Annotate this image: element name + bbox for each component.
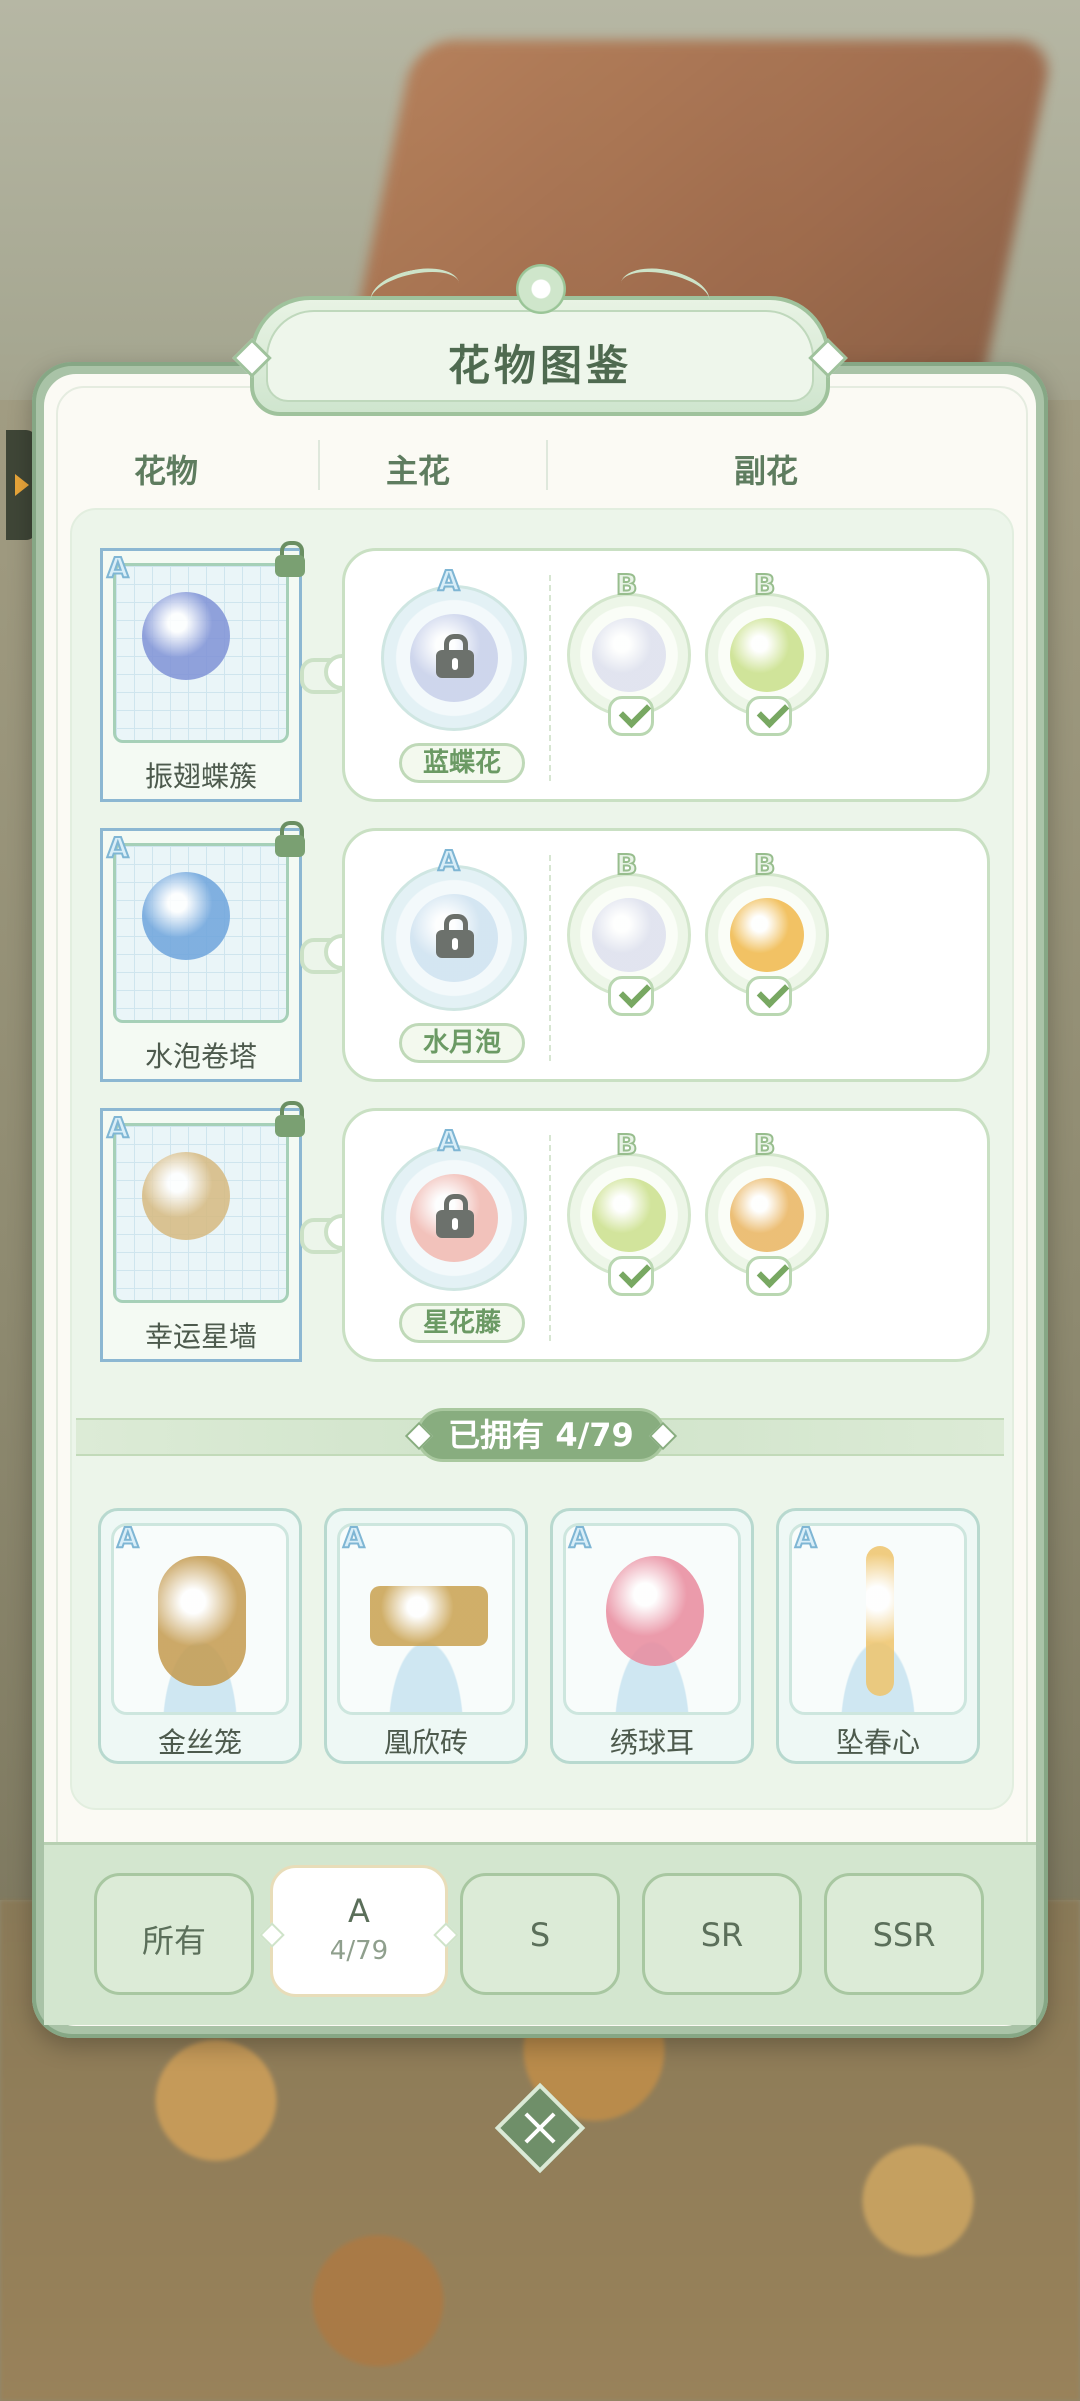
filter-button-sr[interactable]: SR bbox=[642, 1873, 802, 1995]
grade-badge: A bbox=[106, 830, 130, 865]
filter-button-all[interactable]: 所有 bbox=[94, 1873, 254, 1995]
sub-flower-image bbox=[730, 898, 804, 972]
owned-item-name: 绣球耳 bbox=[609, 1726, 694, 1759]
owned-count-label: 已拥有 4/79 bbox=[404, 1408, 678, 1462]
page-title: 花物图鉴 bbox=[447, 341, 632, 390]
filter-button-a[interactable]: A 4/79 bbox=[259, 1865, 459, 1997]
grade-badge: A bbox=[116, 1520, 140, 1555]
result-name: 幸运星墙 bbox=[144, 1320, 257, 1353]
owned-item-image bbox=[158, 1556, 246, 1686]
main-flower-name: 蓝蝶花 bbox=[399, 743, 525, 783]
lock-icon bbox=[273, 541, 307, 579]
recipe-row[interactable]: A 振翅蝶簇 A 蓝蝶花 B B bbox=[100, 541, 990, 806]
check-icon bbox=[608, 975, 654, 1016]
result-flower-image bbox=[142, 872, 230, 960]
filter-button-ssr[interactable]: SSR bbox=[824, 1873, 984, 1995]
grade-badge: A bbox=[794, 1520, 818, 1555]
sub-flower-image bbox=[592, 618, 666, 692]
grade-badge: B bbox=[753, 1127, 776, 1162]
sub-flower-slot[interactable]: B bbox=[567, 1127, 691, 1296]
owned-item-card[interactable]: A 坠春心 bbox=[776, 1508, 980, 1764]
recipe-row[interactable]: A 幸运星墙 A 星花藤 B B bbox=[100, 1101, 990, 1366]
lock-icon bbox=[436, 1194, 474, 1238]
grade-badge: A bbox=[437, 563, 461, 598]
owned-item-card[interactable]: A 金丝笼 bbox=[98, 1508, 302, 1764]
result-name: 水泡卷塔 bbox=[144, 1040, 257, 1073]
lock-icon bbox=[273, 1101, 307, 1139]
recipe-row[interactable]: A 水泡卷塔 A 水月泡 B B bbox=[100, 821, 990, 1086]
ingredients-panel: A 星花藤 B B bbox=[342, 1108, 990, 1362]
owned-item-image bbox=[370, 1586, 488, 1646]
check-icon bbox=[746, 695, 792, 736]
owned-item-card[interactable]: A 凰欣砖 bbox=[324, 1508, 528, 1764]
sub-flower-image bbox=[730, 1178, 804, 1252]
grade-badge: A bbox=[106, 550, 130, 585]
main-flower-slot[interactable]: A bbox=[381, 843, 527, 1011]
sub-flower-image bbox=[730, 618, 804, 692]
owned-item-name: 坠春心 bbox=[835, 1726, 920, 1759]
column-header-main: 主花 bbox=[385, 452, 450, 490]
sub-flower-slot[interactable]: B bbox=[567, 847, 691, 1016]
sub-flower-slot[interactable]: B bbox=[705, 567, 829, 736]
lock-icon bbox=[436, 914, 474, 958]
check-icon bbox=[746, 1255, 792, 1296]
sub-flower-slot[interactable]: B bbox=[705, 1127, 829, 1296]
owned-item-image bbox=[866, 1546, 894, 1696]
result-name: 振翅蝶簇 bbox=[144, 760, 257, 793]
owned-item-image bbox=[606, 1556, 704, 1666]
grade-badge: A bbox=[106, 1110, 130, 1145]
check-icon bbox=[608, 1255, 654, 1296]
grade-badge: B bbox=[615, 1127, 638, 1162]
sub-flower-image bbox=[592, 898, 666, 972]
grade-badge: A bbox=[342, 1520, 366, 1555]
grade-badge: A bbox=[437, 843, 461, 878]
owned-item-name: 凰欣砖 bbox=[383, 1726, 468, 1759]
sub-flower-slot[interactable]: B bbox=[567, 567, 691, 736]
main-flower-slot[interactable]: A bbox=[381, 1123, 527, 1291]
result-card[interactable]: A 振翅蝶簇 bbox=[100, 541, 305, 802]
grade-badge: A bbox=[568, 1520, 592, 1555]
main-flower-name: 星花藤 bbox=[399, 1303, 525, 1343]
grade-badge: B bbox=[753, 567, 776, 602]
main-flower-name: 水月泡 bbox=[399, 1023, 525, 1063]
result-flower-image bbox=[142, 1152, 230, 1240]
grade-filter-bar: 所有 A 4/79 S SR SSR bbox=[44, 1842, 1036, 2025]
lock-icon bbox=[273, 821, 307, 859]
flower-crest-icon bbox=[496, 262, 584, 322]
ingredients-panel: A 蓝蝶花 B B bbox=[342, 548, 990, 802]
grade-badge: B bbox=[753, 847, 776, 882]
result-card[interactable]: A 水泡卷塔 bbox=[100, 821, 305, 1082]
sub-flower-slot[interactable]: B bbox=[705, 847, 829, 1016]
grade-badge: B bbox=[615, 847, 638, 882]
lock-icon bbox=[436, 634, 474, 678]
ingredients-panel: A 水月泡 B B bbox=[342, 828, 990, 1082]
arrow-right-icon bbox=[15, 474, 29, 496]
owned-item-card[interactable]: A 绣球耳 bbox=[550, 1508, 754, 1764]
result-card[interactable]: A 幸运星墙 bbox=[100, 1101, 305, 1362]
check-icon bbox=[746, 975, 792, 1016]
owned-item-name: 金丝笼 bbox=[157, 1726, 242, 1759]
main-flower-slot[interactable]: A bbox=[381, 563, 527, 731]
filter-button-s[interactable]: S bbox=[460, 1873, 620, 1995]
sub-flower-image bbox=[592, 1178, 666, 1252]
column-header-sub: 副花 bbox=[733, 452, 798, 490]
column-headers: 花物 主花 副花 bbox=[46, 430, 996, 500]
check-icon bbox=[608, 695, 654, 736]
result-flower-image bbox=[142, 592, 230, 680]
grade-badge: B bbox=[615, 567, 638, 602]
column-header-item: 花物 bbox=[133, 452, 198, 490]
grade-badge: A bbox=[437, 1123, 461, 1158]
